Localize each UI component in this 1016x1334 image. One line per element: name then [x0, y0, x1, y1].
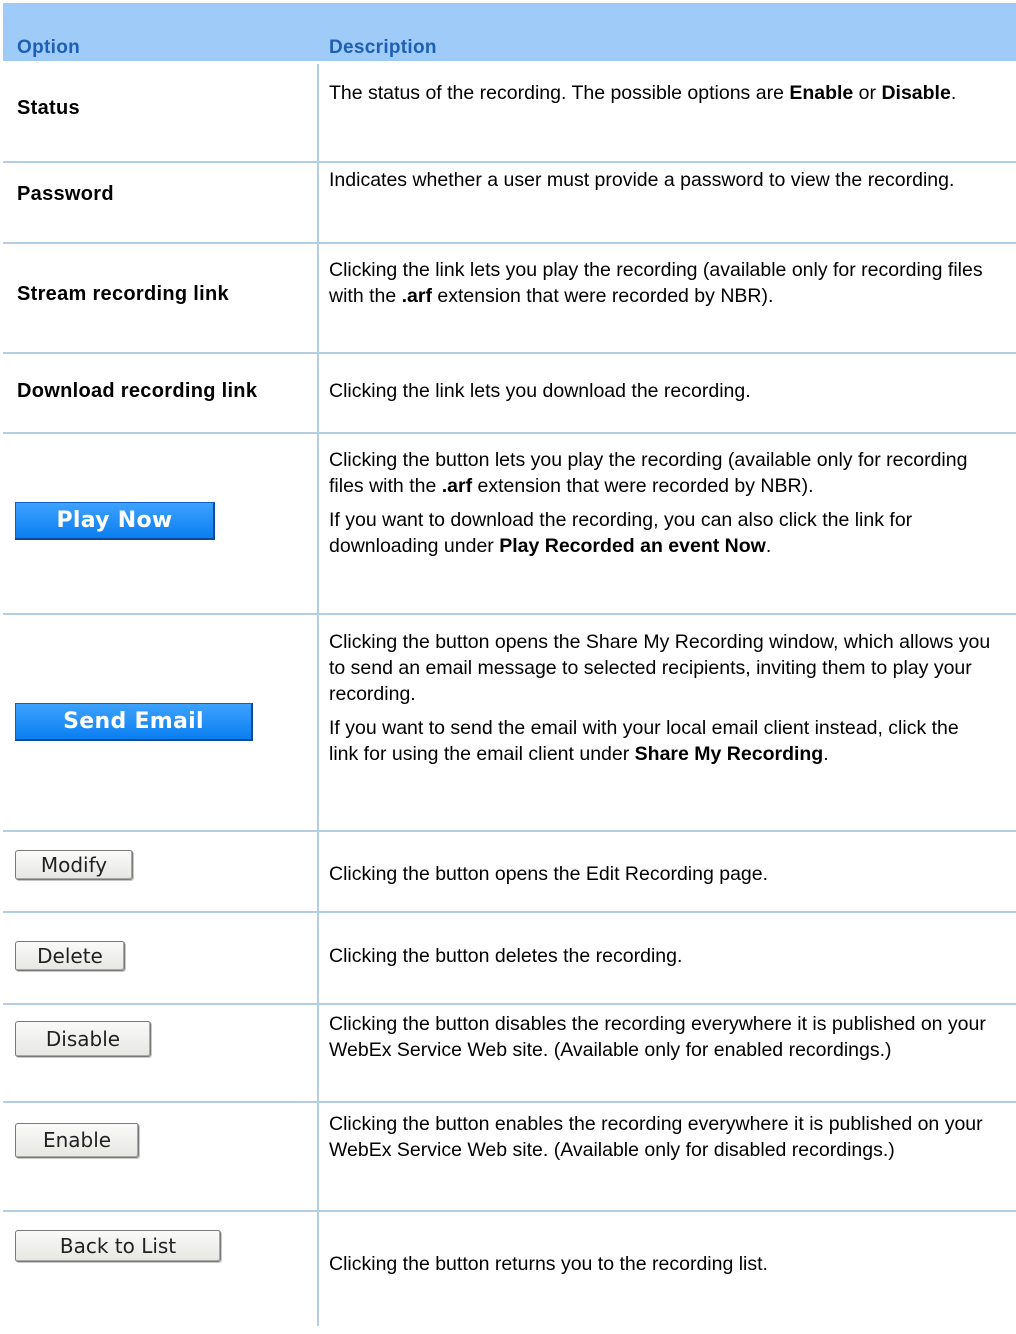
row-separator: [3, 161, 1016, 163]
disable-button[interactable]: Disable: [15, 1021, 151, 1057]
play-now-button[interactable]: Play Now: [15, 502, 215, 540]
enable-button[interactable]: Enable: [15, 1123, 139, 1158]
description-delete: Clicking the button deletes the recordin…: [329, 945, 683, 967]
send-email-button[interactable]: Send Email: [15, 703, 253, 741]
option-download-recording-link: Download recording link: [17, 380, 258, 402]
row-separator: [3, 911, 1016, 913]
description-download-recording-link: Clicking the link lets you download the …: [329, 380, 751, 402]
header-description: Description: [329, 37, 437, 58]
row-separator: [3, 830, 1016, 832]
description-stream-recording-link: Clicking the link lets you play the reco…: [329, 259, 983, 307]
row-separator: [3, 242, 1016, 244]
description-back-to-list: Clicking the button returns you to the r…: [329, 1253, 768, 1275]
option-stream-recording-link: Stream recording link: [17, 283, 229, 305]
option-password: Password: [17, 183, 114, 205]
row-separator: [3, 432, 1016, 434]
description-password: Indicates whether a user must provide a …: [329, 169, 955, 191]
row-separator: [3, 352, 1016, 354]
modify-button[interactable]: Modify: [15, 850, 133, 880]
row-separator: [3, 1210, 1016, 1212]
option-status: Status: [17, 97, 80, 119]
description-status: The status of the recording. The possibl…: [329, 82, 957, 104]
description-enable: Clicking the button enables the recordin…: [329, 1113, 983, 1161]
column-divider: [317, 64, 319, 1326]
back-to-list-button[interactable]: Back to List: [15, 1230, 221, 1262]
description-disable: Clicking the button disables the recordi…: [329, 1013, 986, 1061]
row-separator: [3, 613, 1016, 615]
delete-button[interactable]: Delete: [15, 941, 125, 971]
description-send-email: Clicking the button opens the Share My R…: [329, 631, 991, 765]
row-separator: [3, 1003, 1016, 1005]
description-play-now: Clicking the button lets you play the re…: [329, 449, 968, 557]
header-option: Option: [17, 37, 81, 58]
table-header: [3, 3, 1016, 61]
description-modify: Clicking the button opens the Edit Recor…: [329, 863, 769, 885]
row-separator: [3, 1101, 1016, 1103]
